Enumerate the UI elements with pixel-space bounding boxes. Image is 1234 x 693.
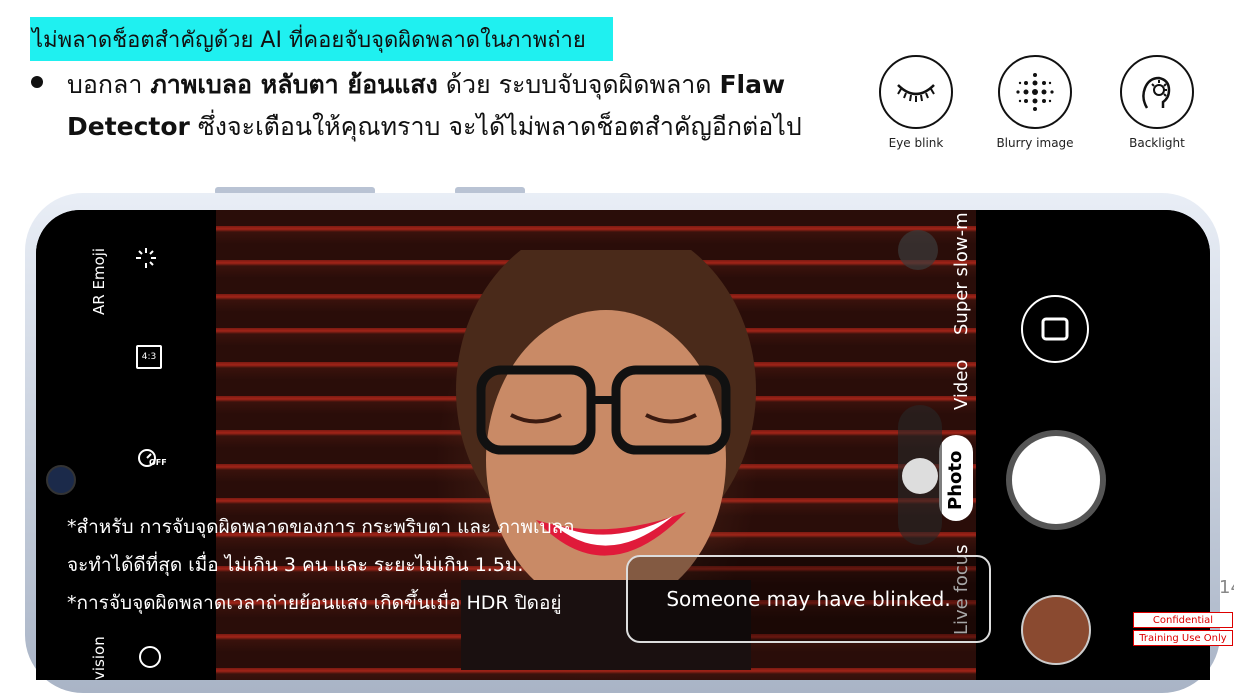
gallery-thumbnail[interactable] [1021,595,1091,665]
settings-icon[interactable] [139,646,161,668]
bullet-part-1: บอกลา [67,70,151,99]
blink-alert-text: Someone may have blinked. [666,587,951,611]
page-number: 14 [1219,577,1234,598]
slide-title: ไม่พลาดช็อตสำคัญด้วย AI ที่คอยจับจุดผิดพ… [30,17,613,61]
mode-video[interactable]: Video [951,360,972,410]
ar-emoji-mode[interactable]: AR Emoji [90,248,108,315]
feature-eye-blink: Eye blink [861,55,971,150]
aspect-ratio-button[interactable]: 4:3 [136,345,162,369]
blurry-image-icon [998,55,1072,129]
eye-blink-icon [879,55,953,129]
bixby-vision-icon[interactable] [898,230,938,270]
backlight-icon [1120,55,1194,129]
feature-blurry-image: Blurry image [980,55,1090,150]
mode-photo[interactable]: Photo [945,451,966,510]
icon-label: Backlight [1129,136,1185,150]
timer-icon[interactable]: OFF [137,446,167,474]
confidential-label: Confidential [1133,612,1233,628]
aspect-ratio-label: 4:3 [141,352,157,362]
switch-camera-button[interactable] [1021,295,1089,363]
shutter-button[interactable] [1006,430,1106,530]
icon-label: Eye blink [888,136,944,150]
feature-backlight: Backlight [1102,55,1212,150]
timer-label: OFF [149,458,167,467]
blink-alert-toast: Someone may have blinked. [626,555,991,643]
zoom-normal-icon[interactable] [902,458,938,494]
mode-super-slow[interactable]: Super slow-m [951,212,972,335]
camera-right-panel: Super slow-m Video Photo Live focus [898,210,1210,680]
sparkle-icon[interactable] [134,246,158,274]
zoom-selector[interactable] [898,405,942,545]
bullet-part-3: ซึ่งจะเตือนให้คุณทราบ จะได้ไม่พลาดช็อตสำ… [189,112,802,141]
slide-title-text: ไม่พลาดช็อตสำคัญด้วย AI ที่คอยจับจุดผิดพ… [32,27,586,53]
vision-mode[interactable]: vision [90,636,108,680]
training-label: Training Use Only [1133,630,1233,646]
note-text: *สำหรับ การจับจุดผิดพลาดของการ กระพริบตา… [67,508,667,622]
bullet-part-2: ด้วย ระบบจับจุดผิดพลาด [437,70,720,99]
bullet-text: บอกลา ภาพเบลอ หลับตา ย้อนแสง ด้วย ระบบจั… [67,64,827,148]
note-line-1: *สำหรับ การจับจุดผิดพลาดของการ กระพริบตา… [67,516,575,538]
front-camera [46,465,76,495]
note-line-3: *การจับจุดผิดพลาดเวลาถ่ายย้อนแสง เกิดขึ้… [67,592,562,614]
note-line-2: จะทำได้ดีที่สุด เมื่อ ไม่เกิน 3 คน และ ร… [67,554,524,576]
bullet-dot [31,76,43,88]
icon-label: Blurry image [996,136,1074,150]
bullet-bold-1: ภาพเบลอ หลับตา ย้อนแสง [150,70,438,99]
